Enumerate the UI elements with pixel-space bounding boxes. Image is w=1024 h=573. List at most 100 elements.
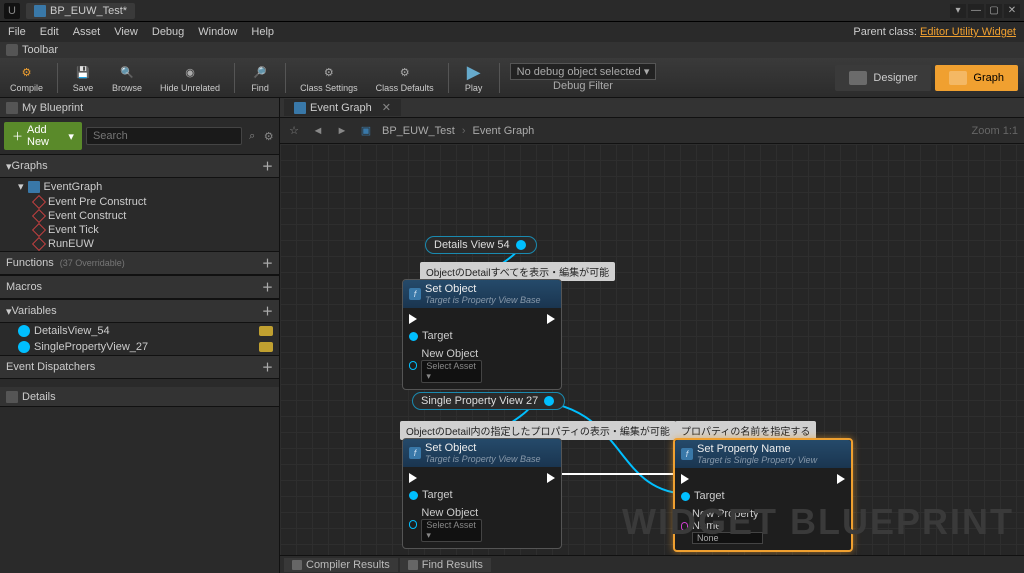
menu-help[interactable]: Help [251,26,274,38]
compile-button[interactable]: ⚙ Compile [6,60,47,95]
event-graph-tab[interactable]: Event Graph ✕ [284,99,401,116]
asset-select[interactable]: Select Asset ▾ [421,519,482,542]
visibility-toggle[interactable] [259,326,273,336]
target-pin[interactable] [409,491,418,500]
play-button[interactable]: ▶Play [459,60,489,95]
function-icon: f [409,447,421,459]
menu-view[interactable]: View [114,26,138,38]
add-graph-button[interactable]: ＋ [262,158,273,174]
settings-icon[interactable]: ⚙ [262,129,275,143]
minimize-button[interactable]: — [968,4,984,18]
asset-select[interactable]: Select Asset ▾ [421,360,482,383]
document-tab[interactable]: BP_EUW_Test* [26,3,135,19]
function-icon: f [681,448,693,460]
object-pin[interactable] [409,520,417,529]
find-results-tab[interactable]: Find Results [400,558,491,572]
variable-get-node[interactable]: Details View 54 [425,236,537,254]
event-item[interactable]: RunEUW [0,237,279,251]
output-pin[interactable] [516,240,526,250]
add-new-button[interactable]: ＋Add New▾ [4,122,82,150]
find-button[interactable]: 🔎Find [245,60,275,95]
designer-mode-button[interactable]: Designer [835,65,931,91]
menu-window[interactable]: Window [198,26,237,38]
event-icon [32,237,46,251]
find-icon [408,560,418,570]
eventgraph-item[interactable]: ▾EventGraph [0,178,279,195]
event-icon [32,223,46,237]
window-down-button[interactable]: ▾ [950,4,966,18]
watermark-text: WIDGET BLUEPRINT [622,501,1014,543]
maximize-button[interactable]: ▢ [986,4,1002,18]
close-button[interactable]: ✕ [1004,4,1020,18]
set-object-node[interactable]: fSet ObjectTarget is Property View Base … [402,438,562,549]
chevron-down-icon: ▾ [68,130,74,143]
event-item[interactable]: Event Pre Construct [0,195,279,209]
target-pin[interactable] [681,492,690,501]
search-icon[interactable]: ⌕ [246,129,259,143]
compiler-results-tab[interactable]: Compiler Results [284,558,398,572]
object-pin[interactable] [409,361,417,370]
details-panel [0,407,279,573]
add-dispatcher-button[interactable]: ＋ [262,359,273,375]
graph-canvas[interactable]: Details View 54 ObjectのDetailすべてを表示・編集が可… [280,144,1024,555]
event-item[interactable]: Event Tick [0,223,279,237]
exec-in-pin[interactable] [409,473,417,483]
macros-section[interactable]: Macros＋ [0,275,279,299]
variable-item[interactable]: DetailsView_54 [0,323,279,339]
details-icon [6,391,18,403]
parent-class-link[interactable]: Editor Utility Widget [920,26,1016,38]
event-item[interactable]: Event Construct [0,209,279,223]
variable-item[interactable]: SinglePropertyView_27 [0,339,279,355]
add-function-button[interactable]: ＋ [262,255,273,271]
graphs-section[interactable]: ▾ Graphs＋ [0,154,279,178]
menu-bar: File Edit Asset View Debug Window Help P… [0,22,1024,42]
object-var-icon [18,325,30,337]
graph-mode-button[interactable]: Graph [935,65,1018,91]
class-settings-button[interactable]: ⚙Class Settings [296,60,362,95]
variable-get-node[interactable]: Single Property View 27 [412,392,565,410]
class-defaults-button[interactable]: ⚙Class Defaults [372,60,438,95]
hide-unrelated-button[interactable]: ◉Hide Unrelated [156,60,224,95]
functions-section[interactable]: Functions(37 Overridable)＋ [0,251,279,275]
back-button[interactable]: ◄ [310,123,326,139]
debug-object-select[interactable]: No debug object selected ▾ [510,63,657,80]
event-icon [32,195,46,209]
save-button[interactable]: 💾Save [68,60,98,95]
event-dispatchers-section[interactable]: Event Dispatchers＋ [0,355,279,379]
main-toolbar: ⚙ Compile 💾Save 🔍Browse ◉Hide Unrelated … [0,58,1024,98]
target-pin[interactable] [409,332,418,341]
object-var-icon [18,341,30,353]
exec-out-pin[interactable] [547,473,555,483]
plus-icon: ＋ [12,128,23,144]
menu-asset[interactable]: Asset [73,26,101,38]
zoom-indicator: Zoom 1:1 [972,125,1018,137]
forward-button[interactable]: ► [334,123,350,139]
graph-root-icon: ▣ [358,123,374,139]
exec-in-pin[interactable] [409,314,417,324]
my-blueprint-tab[interactable]: My Blueprint [0,98,279,118]
output-pin[interactable] [544,396,554,406]
panel-icon [6,102,18,114]
variables-section[interactable]: ▾ Variables＋ [0,299,279,323]
menu-debug[interactable]: Debug [152,26,184,38]
exec-out-pin[interactable] [837,474,845,484]
menu-file[interactable]: File [8,26,26,38]
add-macro-button[interactable]: ＋ [262,279,273,295]
compiler-icon [292,560,302,570]
graph-node-icon [28,181,40,193]
details-tab[interactable]: Details [0,387,279,407]
close-tab-button[interactable]: ✕ [382,101,391,114]
parent-class-label: Parent class: Editor Utility Widget [853,26,1016,38]
exec-in-pin[interactable] [681,474,689,484]
browse-button[interactable]: 🔍Browse [108,60,146,95]
menu-edit[interactable]: Edit [40,26,59,38]
search-input[interactable] [86,127,242,145]
debug-filter-label: Debug Filter [553,80,613,92]
favorite-button[interactable]: ☆ [286,123,302,139]
breadcrumb[interactable]: BP_EUW_Test › Event Graph [382,125,534,137]
visibility-toggle[interactable] [259,342,273,352]
exec-out-pin[interactable] [547,314,555,324]
set-object-node[interactable]: fSet ObjectTarget is Property View Base … [402,279,562,390]
add-variable-button[interactable]: ＋ [262,303,273,319]
toolbar-label: Toolbar [22,44,58,56]
